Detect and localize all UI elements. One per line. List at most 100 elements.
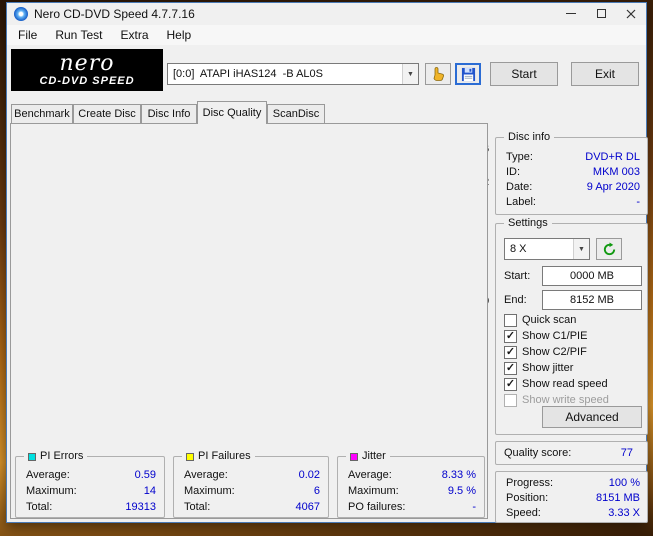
jitter-title-text: Jitter	[362, 450, 386, 462]
checkbox-show-c2-pif[interactable]: ✓ Show C2/PIF	[504, 344, 644, 360]
menu-extra[interactable]: Extra	[111, 26, 157, 44]
maximize-icon	[596, 9, 606, 18]
pi-failures-panel: PI Failures Average: 0.02 Maximum: 6 Total…	[173, 450, 329, 518]
refresh-icon	[603, 241, 615, 255]
minimize-icon	[566, 13, 576, 14]
cddvd-speed-logo-text: CD-DVD SPEED	[39, 74, 135, 87]
speed-label: Speed:	[506, 506, 541, 519]
checkbox-box[interactable]: ✓	[504, 329, 517, 343]
menu-help[interactable]: Help	[158, 26, 201, 44]
checkbox-box[interactable]: ✓	[504, 345, 517, 359]
hand-icon	[433, 67, 444, 81]
title-bar[interactable]: Nero CD-DVD Speed 4.7.7.16	[7, 3, 646, 25]
settings-panel: Settings 8 X ▼ Start: 0000 MB End: 8152 …	[495, 217, 648, 435]
refresh-button[interactable]	[596, 238, 622, 260]
checkbox-label: Show jitter	[522, 362, 574, 374]
checkbox-label: Show C1/PIE	[522, 330, 588, 342]
disc-date-label: Date:	[506, 180, 533, 193]
drive-select-value: [0:0] ATAPI iHAS124 -B AL0S	[173, 68, 324, 80]
menu-file[interactable]: File	[9, 26, 46, 44]
jitter-average-value: 8.33 %	[441, 469, 476, 481]
checkbox-label: Show read speed	[522, 378, 608, 390]
start-position-input[interactable]: 0000 MB	[542, 266, 642, 286]
position-label: Position:	[506, 491, 549, 504]
pif-maximum-label: Maximum:	[184, 485, 235, 497]
pi-failures-panel-title: PI Failures	[182, 450, 255, 463]
position-value: 8151 MB	[595, 491, 640, 504]
jitter-maximum-value: 9.5 %	[447, 485, 476, 497]
nero-logo: nero CD-DVD SPEED	[11, 49, 163, 91]
pi-errors-panel-title: PI Errors	[24, 450, 88, 463]
disc-label-value: -	[636, 195, 640, 208]
po-failures-label: PO failures:	[348, 501, 406, 513]
settings-checkboxes: Quick scan ✓ Show C1/PIE ✓ Show C2/PIF ✓ Show …	[504, 312, 644, 408]
disc-type-value: DVD+R DL	[585, 150, 640, 163]
pi-failures-color-chip	[186, 452, 194, 461]
save-button[interactable]	[455, 63, 481, 85]
nero-logo-text: nero	[59, 50, 115, 76]
check-icon: ✓	[505, 345, 516, 358]
check-icon: ✓	[505, 329, 516, 342]
exit-button[interactable]: Exit	[571, 62, 639, 86]
drive-select[interactable]: [0:0] ATAPI iHAS124 -B AL0S ▼	[167, 63, 419, 85]
checkbox-show-read-speed[interactable]: ✓ Show read speed	[504, 376, 644, 392]
tab-disc-info[interactable]: Disc Info	[141, 104, 197, 123]
minimize-button[interactable]	[556, 3, 586, 24]
progress-value: 100 %	[608, 476, 640, 489]
pi-errors-color-chip	[28, 452, 36, 461]
pi-failures-title-text: PI Failures	[198, 450, 251, 462]
checkbox-show-jitter[interactable]: ✓ Show jitter	[504, 360, 644, 376]
chevron-down-icon[interactable]: ▼	[402, 64, 418, 84]
check-icon: ✓	[505, 377, 516, 390]
checkbox-box[interactable]: ✓	[504, 361, 517, 375]
jitter-panel: Jitter Average: 8.33 % Maximum: 9.5 % PO f…	[337, 450, 485, 518]
settings-title-text: Settings	[508, 217, 548, 229]
progress-panel: Progress: 100 % Position: 8151 MB Speed: 3.…	[495, 471, 648, 523]
tab-benchmark[interactable]: Benchmark	[11, 104, 73, 123]
close-button[interactable]	[616, 3, 646, 24]
checkbox-label: Show write speed	[522, 394, 609, 406]
start-button[interactable]: Start	[490, 62, 558, 86]
quality-score-panel: Quality score: 77	[495, 441, 648, 465]
pie-maximum-label: Maximum:	[26, 485, 77, 497]
checkbox-show-c1-pie[interactable]: ✓ Show C1/PIE	[504, 328, 644, 344]
pie-average-label: Average:	[26, 469, 70, 481]
progress-label: Progress:	[506, 476, 554, 489]
checkbox-box[interactable]: ✓	[504, 377, 517, 391]
scan-speed-value: 8 X	[510, 243, 527, 255]
pif-total-label: Total:	[184, 501, 211, 513]
chevron-down-icon[interactable]: ▼	[573, 239, 589, 259]
pi-errors-title-text: PI Errors	[40, 450, 84, 462]
pie-total-value: 19313	[125, 501, 156, 513]
maximize-button[interactable]	[586, 3, 616, 24]
disc-label-label: Label:	[506, 195, 536, 208]
eject-hand-button[interactable]	[425, 63, 451, 85]
quality-score-value: 77	[620, 447, 633, 459]
jitter-color-chip	[350, 452, 358, 461]
menu-bar: File Run Test Extra Help	[7, 25, 646, 45]
checkbox-label: Show C2/PIF	[522, 346, 587, 358]
advanced-button[interactable]: Advanced	[542, 406, 642, 428]
checkbox-box[interactable]	[504, 313, 517, 327]
disc-date-value: 9 Apr 2020	[586, 180, 640, 193]
jitter-panel-title: Jitter	[346, 450, 390, 463]
app-window: Nero CD-DVD Speed 4.7.7.16 File Run Test…	[6, 2, 648, 523]
checkbox-quick-scan[interactable]: Quick scan	[504, 312, 644, 328]
tab-disc-quality[interactable]: Disc Quality	[197, 101, 267, 124]
end-position-input[interactable]: 8152 MB	[542, 290, 642, 310]
start-position-label: Start:	[504, 270, 531, 282]
speed-value: 3.33 X	[608, 506, 640, 519]
settings-panel-title: Settings	[504, 217, 552, 230]
checkbox-box	[504, 393, 517, 407]
jitter-average-label: Average:	[348, 469, 392, 481]
menu-run-test[interactable]: Run Test	[46, 26, 111, 44]
pif-average-label: Average:	[184, 469, 228, 481]
pie-maximum-value: 14	[143, 485, 156, 497]
end-position-label: End:	[504, 294, 527, 306]
save-icon	[461, 67, 475, 81]
tab-scandisc[interactable]: ScanDisc	[267, 104, 325, 123]
disc-type-label: Type:	[506, 150, 533, 163]
tab-create-disc[interactable]: Create Disc	[73, 104, 141, 123]
jitter-maximum-label: Maximum:	[348, 485, 399, 497]
scan-speed-select[interactable]: 8 X ▼	[504, 238, 590, 260]
